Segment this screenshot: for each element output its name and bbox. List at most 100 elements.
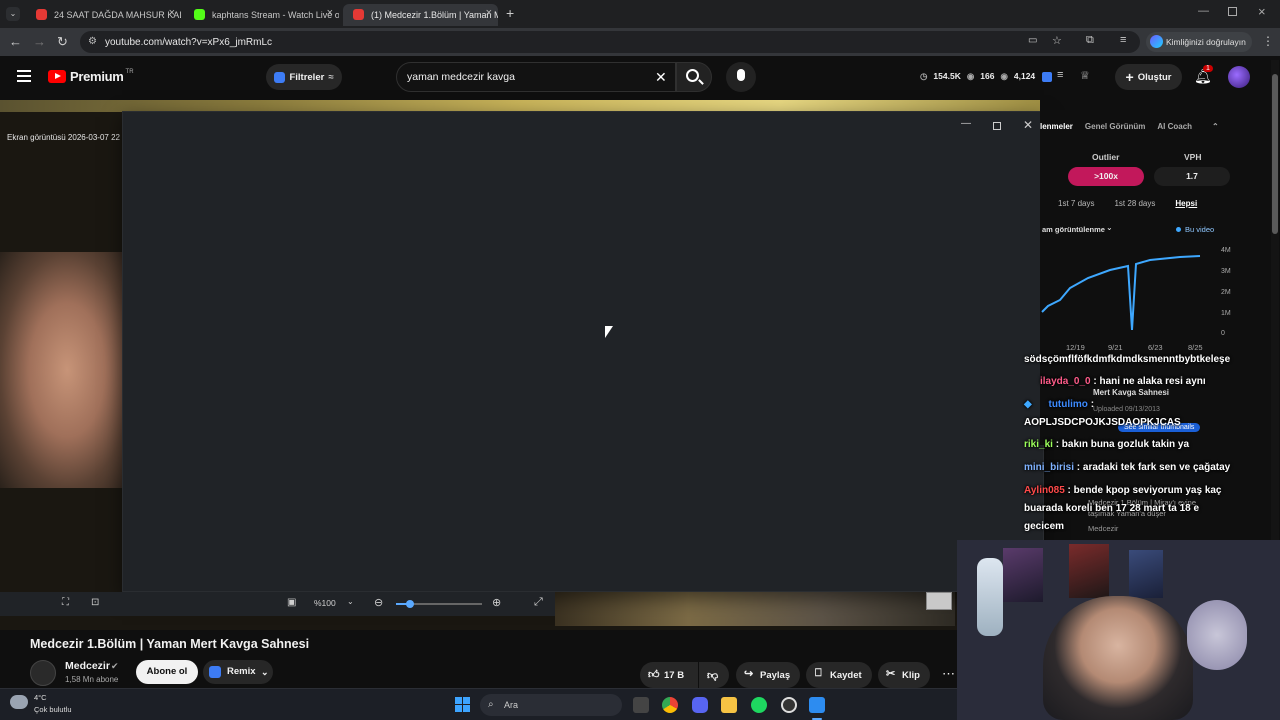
period-first-28[interactable]: 1st 28 days	[1114, 199, 1155, 208]
zoom-in-icon[interactable]: ⊕	[492, 596, 501, 609]
eye-icon: ◉	[1000, 71, 1008, 81]
cast-icon[interactable]: ▭	[1028, 35, 1037, 46]
close-window-icon[interactable]: ×	[1258, 4, 1266, 19]
vph-label: VPH	[1184, 152, 1202, 162]
image-viewer-window[interactable]: — ✕	[122, 111, 1044, 592]
avatar[interactable]	[1228, 66, 1250, 88]
actual-size-icon[interactable]: ▣	[287, 597, 296, 608]
back-icon[interactable]: ←	[9, 34, 22, 49]
browser-menu-icon[interactable]: ⋮	[1262, 34, 1274, 48]
related-video-channel: Medcezir	[1088, 524, 1119, 533]
extensions-icon[interactable]: ⧉	[1086, 34, 1094, 47]
chat-text: :	[1090, 399, 1095, 410]
list-icon[interactable]: ≡	[1057, 69, 1063, 81]
close-icon[interactable]: ✕	[1023, 118, 1033, 132]
chevron-down-icon: ⌄	[261, 667, 269, 677]
more-actions-icon[interactable]: ⋯	[942, 666, 955, 682]
profile-label: Kimliğinizi doğrulayın	[1166, 37, 1246, 47]
save-button[interactable]: ⎕ Kaydet	[806, 662, 872, 688]
forward-icon[interactable]: →	[33, 34, 46, 49]
chevron-down-icon[interactable]: ⌄	[347, 597, 354, 606]
chrome-icon[interactable]	[662, 697, 678, 713]
obs-icon[interactable]	[781, 697, 797, 713]
clear-search-icon[interactable]: ✕	[655, 69, 667, 86]
like-button[interactable]: 👍︎ 17 B	[640, 662, 698, 688]
trophy-icon[interactable]: ♕	[1080, 69, 1090, 82]
channel-avatar[interactable]	[30, 660, 56, 686]
share-button[interactable]: ↪ Paylaş	[736, 662, 800, 688]
mini-thumbnail[interactable]	[926, 592, 952, 610]
profile-button[interactable]: Kimliğinizi doğrulayın	[1146, 32, 1252, 52]
tab-title: (1) Medcezir 1.Bölüm | Yaman Mert	[371, 10, 498, 20]
maximize-icon[interactable]	[993, 122, 1001, 130]
tab-insights[interactable]: lenmeler	[1040, 122, 1073, 131]
browser-tab[interactable]: 24 SAAT DAĞDA MAHSUR KALDIK ×	[26, 4, 181, 26]
notifications-button[interactable]: 🔔︎ 1	[1194, 65, 1213, 86]
maximize-icon[interactable]	[1228, 7, 1237, 16]
new-tab-icon[interactable]: +	[506, 5, 514, 21]
tab-title: kaphtans Stream - Watch Live on Kick	[212, 10, 339, 20]
file-explorer-icon[interactable]	[721, 697, 737, 713]
collapse-icon[interactable]: ⌃	[1212, 122, 1219, 131]
minimize-icon[interactable]: —	[961, 118, 971, 129]
period-all[interactable]: Hepsi	[1175, 199, 1197, 208]
voice-search-button[interactable]	[726, 62, 756, 92]
metric-select[interactable]: am görüntülenme	[1042, 225, 1105, 234]
address-bar[interactable]: ⚙ youtube.com/watch?v=xPx6_jmRmLc ▭ ☆ ⧉ …	[80, 31, 1140, 53]
zoom-slider[interactable]	[396, 600, 482, 608]
close-icon[interactable]: ×	[486, 7, 492, 19]
clip-button[interactable]: ✂ Klip	[878, 662, 930, 688]
views-line	[1041, 255, 1201, 331]
tab-ai-coach[interactable]: AI Coach	[1157, 122, 1192, 131]
windows-start-icon[interactable]	[455, 697, 470, 712]
hamburger-menu-icon[interactable]	[17, 70, 31, 82]
search-input[interactable]: yaman medcezir kavga ✕	[396, 62, 676, 92]
tab-overview[interactable]: Genel Görünüm	[1085, 122, 1145, 131]
avatar-icon	[1150, 35, 1163, 48]
zoom-level[interactable]: %100	[314, 598, 336, 608]
subscribe-button[interactable]: Abone ol	[136, 660, 198, 684]
create-button[interactable]: + Oluştur	[1115, 64, 1182, 90]
zoom-slider-thumb[interactable]	[406, 600, 414, 608]
spotify-icon[interactable]	[751, 697, 767, 713]
video-frame-bottom-strip	[555, 592, 955, 626]
browser-tab-active[interactable]: (1) Medcezir 1.Bölüm | Yaman Mert ×	[343, 4, 498, 26]
reading-list-icon[interactable]: ≡	[1120, 34, 1126, 46]
vidiq-extension-icon[interactable]	[1042, 72, 1052, 82]
page-scrollbar[interactable]	[1271, 60, 1279, 540]
reload-icon[interactable]: ↻	[57, 34, 68, 50]
close-icon[interactable]: ×	[327, 7, 333, 19]
photos-app-icon[interactable]	[809, 697, 825, 713]
tab-search-icon[interactable]: ⌄	[6, 7, 20, 21]
crop-icon[interactable]: ⊡	[91, 597, 99, 608]
channel-name[interactable]: Medcezir	[65, 660, 110, 672]
image-viewer-toolbar: ⛶ ⊡ ▣ %100 ⌄ ⊖ ⊕ ⤢	[0, 592, 555, 616]
chat-message: AOPLJSDCPOJKJSDAOPKJCAS	[1024, 417, 1181, 428]
chat-text: södsçömflföfkdmfkdmdksmenntbybtkeleşe	[1024, 354, 1231, 365]
minimize-icon[interactable]: —	[1198, 5, 1209, 17]
close-icon[interactable]: ×	[169, 7, 175, 19]
filters-button[interactable]: Filtreler ≈	[266, 64, 342, 90]
period-first-7[interactable]: 1st 7 days	[1058, 199, 1094, 208]
remix-button[interactable]: Remix ⌄	[203, 660, 273, 684]
site-info-icon[interactable]: ⚙	[88, 36, 97, 47]
youtube-icon	[353, 9, 364, 20]
screenshot-filename: Ekran görüntüsü 2026-03-07 22	[7, 133, 120, 142]
discord-icon[interactable]	[692, 697, 708, 713]
zoom-out-icon[interactable]: ⊖	[374, 596, 383, 609]
fit-screen-icon[interactable]: ⛶	[62, 597, 69, 608]
chat-message: södsçömflföfkdmfkdmdksmenntbybtkeleşe	[1024, 354, 1230, 365]
dislike-button[interactable]: 👎︎	[699, 662, 729, 688]
search-icon: ⌕	[488, 699, 494, 710]
scrollbar-thumb[interactable]	[1272, 74, 1278, 234]
search-button[interactable]	[676, 62, 712, 92]
task-view-icon[interactable]	[633, 697, 649, 713]
chat-text: : bakın buna gozluk takin ya	[1055, 439, 1190, 450]
youtube-logo[interactable]: Premium TR	[48, 69, 134, 84]
bookmark-star-icon[interactable]: ☆	[1052, 34, 1062, 47]
fullscreen-icon[interactable]: ⤢	[534, 596, 543, 609]
chevron-down-icon[interactable]: ⌄	[1106, 223, 1113, 232]
taskbar-search[interactable]: ⌕ Ara	[480, 694, 622, 716]
browser-tab[interactable]: kaphtans Stream - Watch Live on Kick ×	[184, 4, 339, 26]
share-icon: ↪	[744, 668, 754, 680]
